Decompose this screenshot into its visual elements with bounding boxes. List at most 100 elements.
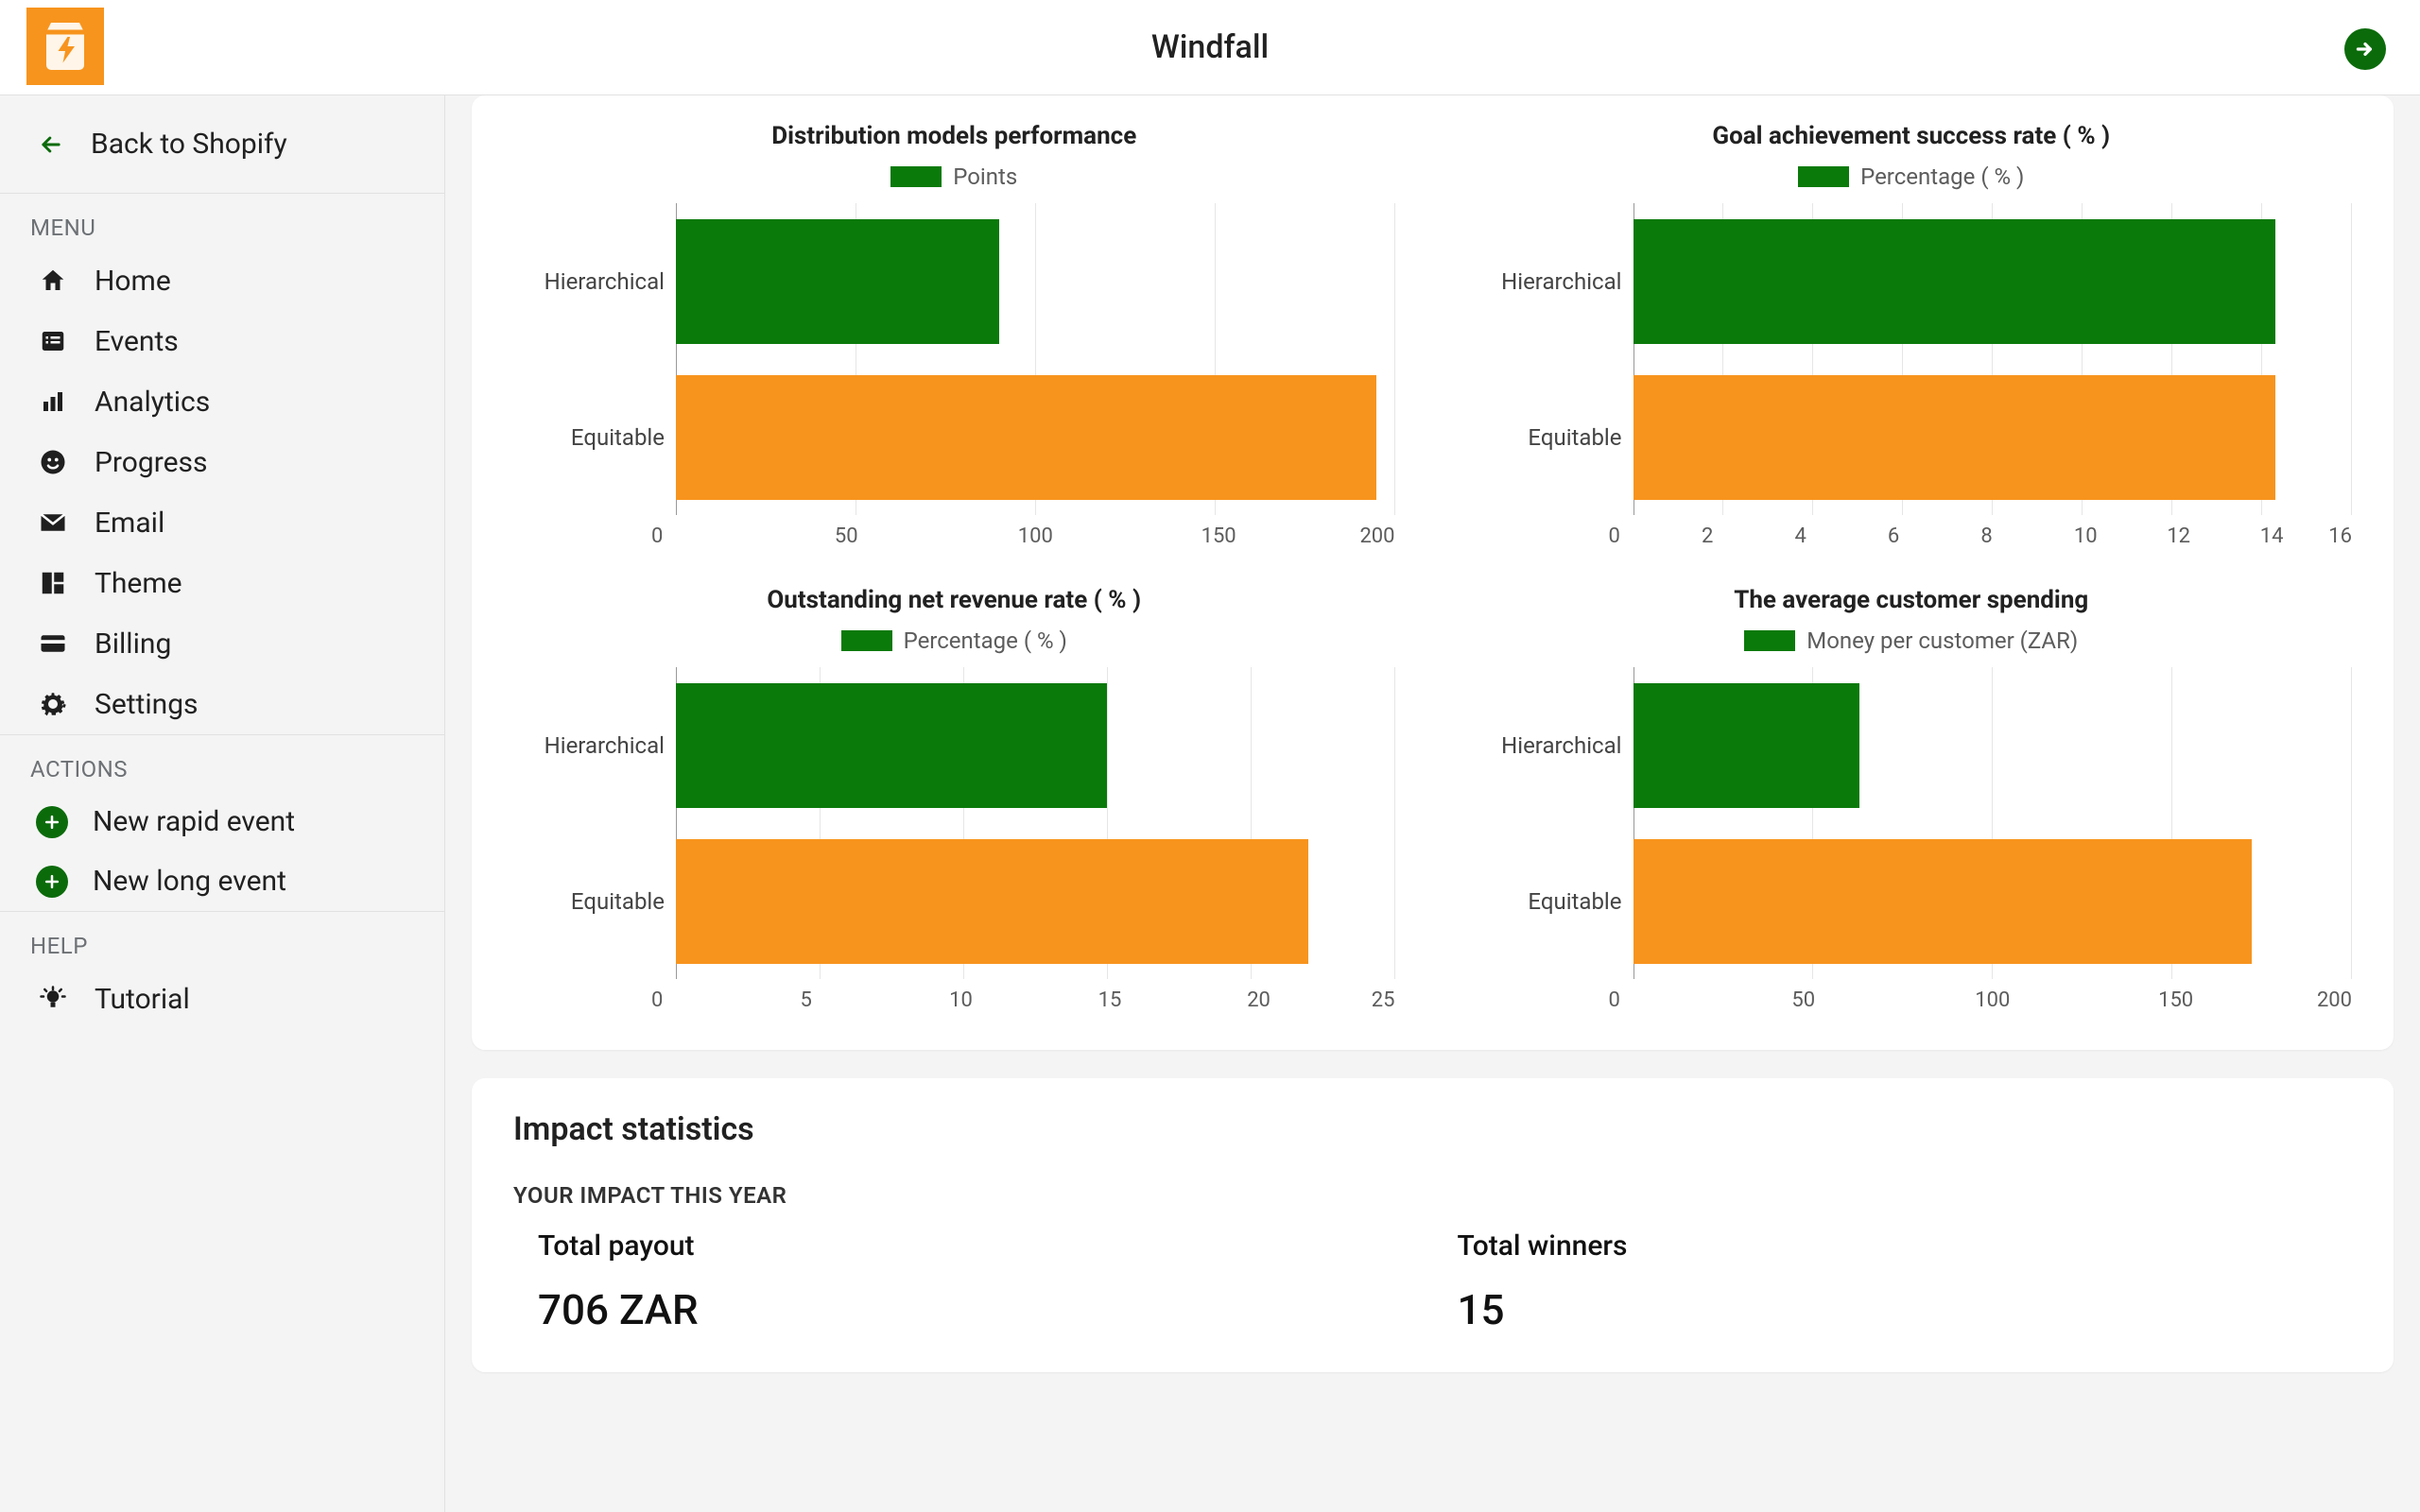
x-tick: 4 xyxy=(1794,515,1887,548)
stat-label: Total winners xyxy=(1458,1229,2353,1263)
app-logo xyxy=(26,8,104,85)
chart-legend: Money per customer (ZAR) xyxy=(1744,627,2078,654)
bar xyxy=(1634,683,1860,808)
x-tick: 50 xyxy=(835,515,1018,548)
arrow-right-icon xyxy=(2353,37,2377,61)
x-tick: 5 xyxy=(801,979,950,1012)
x-tick: 50 xyxy=(1791,979,1975,1012)
x-tick: 0 xyxy=(1609,979,1792,1012)
sidebar-section-menu: MENU xyxy=(0,194,444,250)
impact-heading: Impact statistics xyxy=(513,1110,2352,1148)
app-title: Windfall xyxy=(1151,28,1269,66)
chart-distribution: Distribution models performancePointsHie… xyxy=(513,122,1395,548)
impact-subheading: YOUR IMPACT THIS YEAR xyxy=(513,1182,2352,1209)
chart-title: The average customer spending xyxy=(1734,586,2088,614)
back-to-shopify-link[interactable]: Back to Shopify xyxy=(0,95,444,193)
x-tick: 0 xyxy=(1609,515,1702,548)
sidebar-item-home[interactable]: Home xyxy=(0,250,444,311)
stat-label: Total payout xyxy=(538,1229,1433,1263)
category-label: Equitable xyxy=(1471,424,1622,451)
x-tick: 14 xyxy=(2260,515,2353,548)
category-label: Hierarchical xyxy=(1471,732,1622,759)
bar xyxy=(1634,375,2276,500)
forward-button[interactable] xyxy=(2344,28,2386,70)
main-content: Distribution models performancePointsHie… xyxy=(445,95,2420,1512)
category-label: Equitable xyxy=(513,424,665,451)
sidebar-item-label: Email xyxy=(95,507,164,540)
chart-goal-achievement: Goal achievement success rate ( % ) Perce… xyxy=(1471,122,2353,548)
sidebar-item-settings[interactable]: Settings xyxy=(0,674,444,734)
hbar-chart: HierarchicalEquitable050100150200 xyxy=(513,203,1395,548)
legend-swatch xyxy=(1744,630,1795,651)
sidebar-item-theme[interactable]: Theme xyxy=(0,553,444,613)
x-tick: 8 xyxy=(1980,515,2073,548)
charts-card: Distribution models performancePointsHie… xyxy=(472,95,2394,1050)
topbar: Windfall xyxy=(0,0,2420,95)
gear-icon xyxy=(36,687,70,721)
sidebar-item-label: Billing xyxy=(95,627,171,661)
x-tick: 0 xyxy=(651,515,835,548)
x-tick: 10 xyxy=(949,979,1098,1012)
legend-label: Points xyxy=(953,163,1017,190)
legend-swatch xyxy=(1798,166,1849,187)
legend-swatch xyxy=(890,166,942,187)
bulb-icon xyxy=(36,982,70,1016)
category-label: Hierarchical xyxy=(1471,268,1622,295)
bar xyxy=(676,839,1308,964)
x-tick: 6 xyxy=(1888,515,1980,548)
x-tick: 100 xyxy=(1975,979,2158,1012)
sidebar-item-label: Analytics xyxy=(95,386,210,419)
hbar-chart: HierarchicalEquitable0510152025 xyxy=(513,667,1395,1012)
x-tick: 0 xyxy=(651,979,801,1012)
x-tick: 10 xyxy=(2074,515,2167,548)
x-tick: 150 xyxy=(2158,979,2342,1012)
x-tick: 12 xyxy=(2167,515,2259,548)
arrow-left-icon xyxy=(38,131,64,158)
chart-title: Goal achievement success rate ( % ) xyxy=(1712,122,2110,150)
action-item-label: New rapid event xyxy=(93,805,295,838)
chart-title: Outstanding net revenue rate ( % ) xyxy=(767,586,1141,614)
hbar-chart: HierarchicalEquitable0246810121416 xyxy=(1471,203,2353,548)
action-item-label: New long event xyxy=(93,865,286,898)
hbar-chart: HierarchicalEquitable050100150200 xyxy=(1471,667,2353,1012)
x-tick: 15 xyxy=(1098,979,1248,1012)
sidebar-item-label: Home xyxy=(95,265,171,298)
category-label: Equitable xyxy=(1471,888,1622,915)
bar xyxy=(1634,219,2276,344)
sidebar-item-tutorial[interactable]: Tutorial xyxy=(0,969,444,1029)
home-icon xyxy=(36,264,70,298)
smile-icon xyxy=(36,445,70,479)
theme-icon xyxy=(36,566,70,600)
category-label: Hierarchical xyxy=(513,268,665,295)
stat-total-winners: Total winners 15 xyxy=(1433,1229,2353,1334)
category-label: Equitable xyxy=(513,888,665,915)
sidebar-item-label: Progress xyxy=(95,446,208,479)
stat-total-payout: Total payout 706 ZAR xyxy=(513,1229,1433,1334)
sidebar-item-events[interactable]: Events xyxy=(0,311,444,371)
stat-value: 15 xyxy=(1458,1285,2353,1334)
sidebar-item-label: Tutorial xyxy=(95,983,190,1016)
card-icon xyxy=(36,627,70,661)
sidebar-item-progress[interactable]: Progress xyxy=(0,432,444,492)
stat-value: 706 ZAR xyxy=(538,1285,1433,1334)
sidebar-section-actions: ACTIONS xyxy=(0,735,444,792)
sidebar-item-label: Events xyxy=(95,325,179,358)
sidebar-item-label: Theme xyxy=(95,567,182,600)
chart-legend: Points xyxy=(890,163,1017,190)
plus-icon xyxy=(36,866,68,898)
legend-label: Percentage ( % ) xyxy=(904,627,1067,654)
chart-legend: Percentage ( % ) xyxy=(1798,163,2024,190)
x-tick: 20 xyxy=(1247,979,1396,1012)
impact-card: Impact statistics YOUR IMPACT THIS YEAR … xyxy=(472,1078,2394,1372)
action-new-rapid-event[interactable]: New rapid event xyxy=(0,792,444,851)
sidebar-item-email[interactable]: Email xyxy=(0,492,444,553)
sidebar-item-label: Settings xyxy=(95,688,199,721)
bar xyxy=(676,375,1376,500)
action-new-long-event[interactable]: New long event xyxy=(0,851,444,911)
legend-label: Money per customer (ZAR) xyxy=(1806,627,2078,654)
sidebar-item-analytics[interactable]: Analytics xyxy=(0,371,444,432)
sidebar-item-billing[interactable]: Billing xyxy=(0,613,444,674)
shopping-bag-bolt-icon xyxy=(37,18,94,75)
category-label: Hierarchical xyxy=(513,732,665,759)
mail-icon xyxy=(36,506,70,540)
